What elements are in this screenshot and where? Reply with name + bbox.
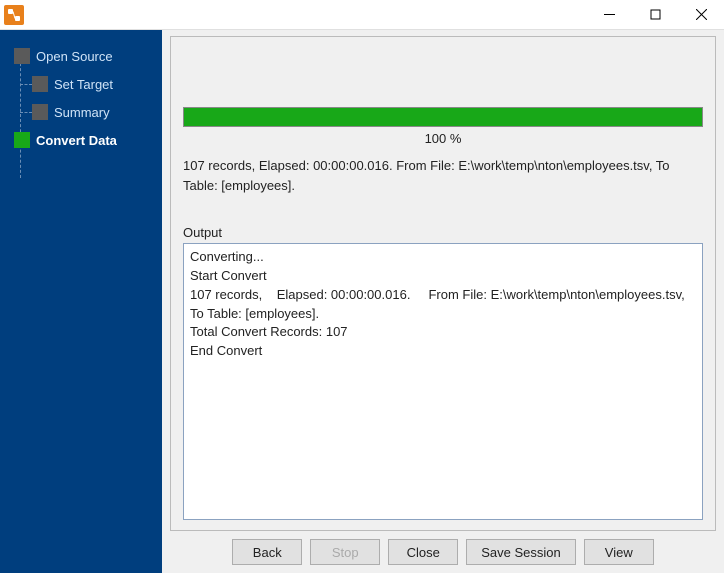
button-row: Back Stop Close Save Session View <box>170 531 716 565</box>
output-label: Output <box>183 225 703 240</box>
step-convert-data[interactable]: Convert Data <box>0 126 162 154</box>
progress-bar <box>183 107 703 127</box>
step-label: Summary <box>54 105 110 120</box>
window-minimize-button[interactable] <box>586 0 632 29</box>
step-open-source[interactable]: Open Source <box>0 42 162 70</box>
step-set-target[interactable]: Set Target <box>0 70 162 98</box>
step-box-icon <box>32 76 48 92</box>
save-session-button[interactable]: Save Session <box>466 539 576 565</box>
step-label: Convert Data <box>36 133 117 148</box>
step-summary[interactable]: Summary <box>0 98 162 126</box>
window-maximize-button[interactable] <box>632 0 678 29</box>
wizard-steps-sidebar: Open Source Set Target Summary Convert D… <box>0 30 162 573</box>
stop-button: Stop <box>310 539 380 565</box>
main-panel: 100 % 107 records, Elapsed: 00:00:00.016… <box>170 36 716 531</box>
app-icon <box>4 5 24 25</box>
step-box-icon <box>14 48 30 64</box>
step-box-icon <box>32 104 48 120</box>
output-textarea[interactable] <box>183 243 703 520</box>
back-button[interactable]: Back <box>232 539 302 565</box>
step-label: Open Source <box>36 49 113 64</box>
content-area: 100 % 107 records, Elapsed: 00:00:00.016… <box>162 30 724 573</box>
step-label: Set Target <box>54 77 113 92</box>
close-button[interactable]: Close <box>388 539 458 565</box>
view-button[interactable]: View <box>584 539 654 565</box>
titlebar <box>0 0 724 30</box>
status-text: 107 records, Elapsed: 00:00:00.016. From… <box>183 156 703 195</box>
progress-percent-label: 100 % <box>183 131 703 146</box>
window-close-button[interactable] <box>678 0 724 29</box>
step-box-icon <box>14 132 30 148</box>
